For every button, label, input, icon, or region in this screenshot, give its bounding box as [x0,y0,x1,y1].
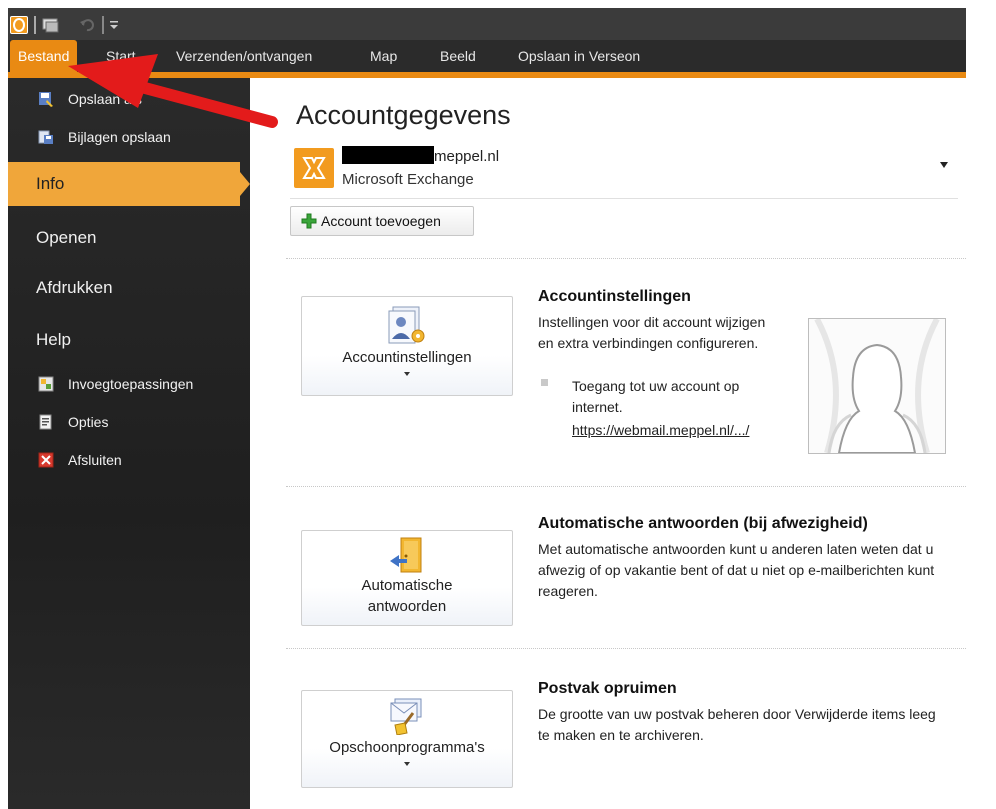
redacted-block [342,146,434,164]
undo-icon[interactable] [78,16,96,34]
automatic-replies-title: Automatische antwoorden (bij afwezigheid… [538,515,868,532]
save-as-icon [38,91,54,107]
account-photo[interactable] [808,317,946,454]
account-type: Microsoft Exchange [342,171,474,188]
tab-opslaan-in-verseon[interactable]: Opslaan in Verseon [518,40,640,72]
automatic-replies-label-line2: antwoorden [367,598,447,615]
sidebar-tab-help[interactable]: Help [8,318,250,362]
title-bar [8,8,966,40]
save-attachments-label: Bijlagen opslaan [68,129,171,145]
chevron-down-icon [404,762,410,766]
exit-icon [38,452,54,468]
automatic-replies-description: Met automatische antwoorden kunt u ander… [538,541,935,599]
chevron-down-icon[interactable] [940,162,948,168]
tab-start[interactable]: Start [106,40,136,72]
ribbon-tab-bar: Bestand Start Verzenden/ontvangen Map Be… [8,40,966,72]
addins-label: Invoegtoepassingen [68,376,194,392]
tab-beeld[interactable]: Beeld [440,40,476,72]
sidebar-tab-openen[interactable]: Openen [8,216,250,260]
customize-toolbar-icon[interactable] [108,16,122,34]
automatic-replies-button[interactable]: Automatische antwoorden [301,530,513,626]
cleanup-tools-icon [387,695,427,736]
account-settings-button[interactable]: Accountinstellingen [301,296,513,396]
addins-command[interactable]: Invoegtoepassingen [8,369,250,399]
sidebar-tab-info[interactable]: Info [8,162,250,206]
tab-verzenden-ontvangen[interactable]: Verzenden/ontvangen [176,40,312,72]
save-as-label: Opslaan als [68,91,142,107]
account-email: meppel.nl [342,146,499,165]
page-title: Accountgegevens [296,100,511,130]
save-attachments-icon [38,129,54,145]
options-command[interactable]: Opties [8,407,250,437]
automatic-replies-icon [387,535,427,575]
plus-icon [301,213,317,229]
tab-bestand[interactable]: Bestand [10,40,78,72]
cleanup-tools-button-label: Opschoonprogramma's [329,739,485,756]
account-settings-title: Accountinstellingen [538,288,691,305]
options-label: Opties [68,414,109,430]
account-settings-description: Instellingen voor dit account wijzigen e… [538,314,766,351]
backstage-sidebar: Opslaan als Bijlagen opslaan Info Openen… [8,78,250,809]
add-account-label: Account toevoegen [321,213,441,229]
account-email-domain: meppel.nl [434,148,500,165]
cleanup-tools-button[interactable]: Opschoonprogramma's [301,690,513,788]
backstage-main: Accountgegevens meppel.nl Microsoft Exch… [250,78,966,809]
toolbar-separator [34,16,36,34]
webmail-link[interactable]: https://webmail.meppel.nl/.../ [572,422,749,440]
exit-command[interactable]: Afsluiten [8,445,250,475]
section-divider [286,258,966,259]
chevron-down-icon [404,372,410,376]
mailbox-cleanup-description: De grootte van uw postvak beheren door V… [538,706,936,743]
account-selector[interactable]: meppel.nl Microsoft Exchange [290,144,958,199]
save-as-command[interactable]: Opslaan als [8,84,250,114]
automatic-replies-label-line1: Automatische [361,577,453,594]
bullet-icon [541,379,548,386]
options-icon [38,414,54,430]
account-settings-button-label: Accountinstellingen [342,349,472,366]
section-divider [286,486,966,487]
send-receive-icon[interactable] [42,16,60,34]
section-divider [286,648,966,649]
webmail-link-text[interactable]: https://webmail.meppel.nl/.../ [572,422,749,438]
mailbox-cleanup-title: Postvak opruimen [538,680,677,697]
sidebar-tab-afdrukken[interactable]: Afdrukken [8,266,250,310]
outlook-logo-icon [10,16,28,34]
web-access-text: Toegang tot uw account op internet. [572,378,740,415]
account-settings-icon [387,305,427,345]
add-account-button[interactable]: Account toevoegen [290,206,474,236]
tab-map[interactable]: Map [370,40,397,72]
exit-label: Afsluiten [68,452,122,468]
addins-icon [38,376,54,392]
save-attachments-command[interactable]: Bijlagen opslaan [8,122,250,152]
exchange-icon [294,148,334,188]
toolbar-separator [102,16,104,34]
